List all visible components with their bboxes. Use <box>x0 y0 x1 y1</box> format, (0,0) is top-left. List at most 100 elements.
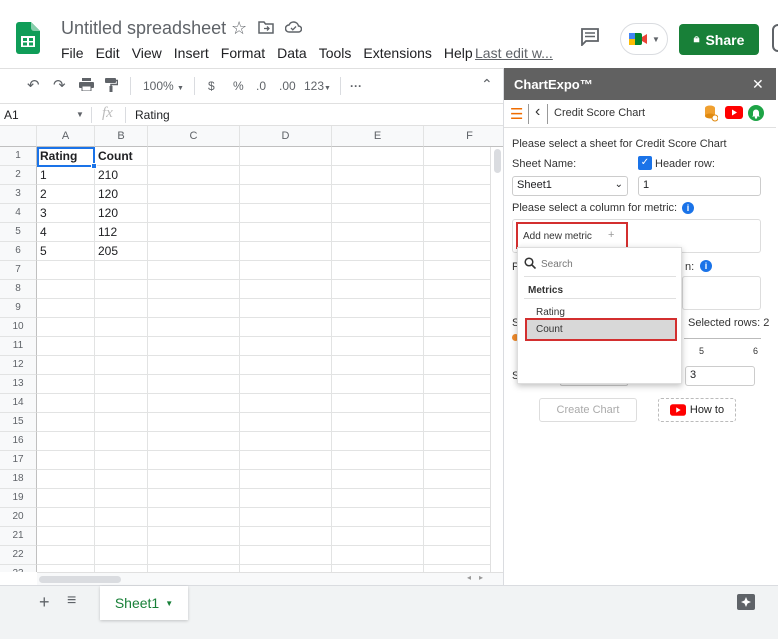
cell-e15[interactable] <box>332 413 424 432</box>
row-header-18[interactable]: 18 <box>0 470 37 489</box>
hamburger-menu-icon[interactable]: ☰ <box>510 105 523 123</box>
row-header-6[interactable]: 6 <box>0 242 37 261</box>
name-box-chevron-icon[interactable]: ▼ <box>76 110 84 119</box>
cell-c2[interactable] <box>148 166 240 185</box>
cell-d5[interactable] <box>240 223 332 242</box>
cell-d8[interactable] <box>240 280 332 299</box>
row-header-7[interactable]: 7 <box>0 261 37 280</box>
sheet-tab-sheet1[interactable]: Sheet1 ▼ <box>100 586 188 620</box>
cell-e22[interactable] <box>332 546 424 565</box>
meet-button[interactable]: ▼ <box>620 23 668 55</box>
cell-a21[interactable] <box>37 527 95 546</box>
cell-b22[interactable] <box>95 546 148 565</box>
cell-c23[interactable] <box>148 565 240 572</box>
row-header-8[interactable]: 8 <box>0 280 37 299</box>
zoom-select[interactable]: 100% ▼ <box>143 79 184 93</box>
column-header-a[interactable]: A <box>37 126 95 147</box>
horizontal-scroll-thumb[interactable] <box>39 576 121 583</box>
cell-d22[interactable] <box>240 546 332 565</box>
cell-e4[interactable] <box>332 204 424 223</box>
cell-b9[interactable] <box>95 299 148 318</box>
cell-b7[interactable] <box>95 261 148 280</box>
row-header-2[interactable]: 2 <box>0 166 37 185</box>
cell-d12[interactable] <box>240 356 332 375</box>
move-folder-icon[interactable] <box>258 20 274 39</box>
cell-a14[interactable] <box>37 394 95 413</box>
more-formats-select[interactable]: 123▼ <box>304 79 331 93</box>
cell-a5[interactable]: 4 <box>37 223 95 242</box>
decrease-decimal-button[interactable]: .0 <box>256 79 266 93</box>
cell-e7[interactable] <box>332 261 424 280</box>
paint-format-icon[interactable] <box>105 78 119 95</box>
column-header-f[interactable]: F <box>424 126 503 147</box>
column-header-d[interactable]: D <box>240 126 332 147</box>
menu-tools[interactable]: Tools <box>319 45 352 61</box>
row-header-16[interactable]: 16 <box>0 432 37 451</box>
cell-d23[interactable] <box>240 565 332 572</box>
increase-decimal-button[interactable]: .00 <box>279 79 296 93</box>
back-icon[interactable]: ‹ <box>535 103 540 121</box>
cell-a10[interactable] <box>37 318 95 337</box>
cell-a12[interactable] <box>37 356 95 375</box>
cell-d11[interactable] <box>240 337 332 356</box>
cell-c13[interactable] <box>148 375 240 394</box>
cell-c19[interactable] <box>148 489 240 508</box>
cell-e13[interactable] <box>332 375 424 394</box>
cell-a2[interactable]: 1 <box>37 166 95 185</box>
row-header-4[interactable]: 4 <box>0 204 37 223</box>
menu-help[interactable]: Help <box>444 45 473 61</box>
cell-a11[interactable] <box>37 337 95 356</box>
cell-d14[interactable] <box>240 394 332 413</box>
dimension-info-icon[interactable]: i <box>700 260 712 272</box>
cell-d15[interactable] <box>240 413 332 432</box>
name-box[interactable]: A1 <box>4 108 19 122</box>
column-header-b[interactable]: B <box>95 126 148 147</box>
menu-view[interactable]: View <box>132 45 162 61</box>
cell-a16[interactable] <box>37 432 95 451</box>
slider-track[interactable] <box>684 338 761 339</box>
cell-c11[interactable] <box>148 337 240 356</box>
cell-c15[interactable] <box>148 413 240 432</box>
cell-a19[interactable] <box>37 489 95 508</box>
column-header-e[interactable]: E <box>332 126 424 147</box>
cell-c18[interactable] <box>148 470 240 489</box>
cell-e17[interactable] <box>332 451 424 470</box>
cell-a18[interactable] <box>37 470 95 489</box>
cell-c21[interactable] <box>148 527 240 546</box>
cell-c8[interactable] <box>148 280 240 299</box>
cell-e6[interactable] <box>332 242 424 261</box>
cell-d19[interactable] <box>240 489 332 508</box>
create-chart-button[interactable]: Create Chart <box>539 398 637 422</box>
cell-d13[interactable] <box>240 375 332 394</box>
cell-e21[interactable] <box>332 527 424 546</box>
coins-icon[interactable] <box>704 104 719 125</box>
account-avatar[interactable] <box>772 24 778 52</box>
cell-a17[interactable] <box>37 451 95 470</box>
cell-a8[interactable] <box>37 280 95 299</box>
row-header-23[interactable]: 23 <box>0 565 37 572</box>
row-header-13[interactable]: 13 <box>0 375 37 394</box>
cell-c14[interactable] <box>148 394 240 413</box>
document-title[interactable]: Untitled spreadsheet <box>61 18 226 39</box>
cell-d18[interactable] <box>240 470 332 489</box>
cell-b13[interactable] <box>95 375 148 394</box>
cell-b8[interactable] <box>95 280 148 299</box>
cell-b3[interactable]: 120 <box>95 185 148 204</box>
cell-b19[interactable] <box>95 489 148 508</box>
cell-e8[interactable] <box>332 280 424 299</box>
cell-c20[interactable] <box>148 508 240 527</box>
row-header-3[interactable]: 3 <box>0 185 37 204</box>
cell-e3[interactable] <box>332 185 424 204</box>
formula-input[interactable]: Rating <box>135 108 170 122</box>
cell-b1[interactable]: Count <box>95 147 148 166</box>
scroll-right-icon[interactable]: ▸ <box>479 573 483 582</box>
currency-button[interactable]: $ <box>208 79 215 93</box>
row-header-19[interactable]: 19 <box>0 489 37 508</box>
cell-b20[interactable] <box>95 508 148 527</box>
cell-c22[interactable] <box>148 546 240 565</box>
cell-d6[interactable] <box>240 242 332 261</box>
row-header-20[interactable]: 20 <box>0 508 37 527</box>
cell-d4[interactable] <box>240 204 332 223</box>
menu-format[interactable]: Format <box>221 45 265 61</box>
cell-e10[interactable] <box>332 318 424 337</box>
